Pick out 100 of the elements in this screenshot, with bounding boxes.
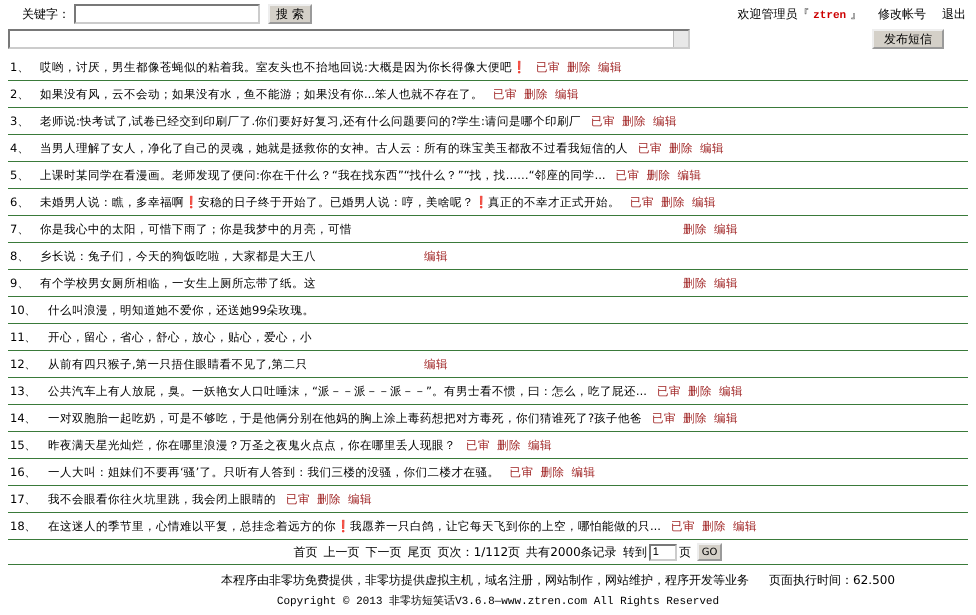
row-number: 2、 — [9, 86, 30, 102]
joke-text: 公共汽车上有人放屁，臭。一妖艳女人口吐唾沫，“派－－派－－派－－”。有男士看不惯，曰：怎么，吃了屁还... — [48, 384, 647, 398]
goto-label: 转到 — [622, 544, 647, 560]
row-number: 16、 — [9, 464, 38, 480]
execution-time: 页面执行时间：62.500 — [769, 572, 895, 588]
action-link[interactable]: 删除 — [688, 384, 712, 398]
joke-text: 我不会眼看你往火坑里跳，我会闭上眼睛的 — [48, 492, 276, 506]
action-link[interactable]: 已审 — [286, 492, 310, 506]
action-link[interactable]: 已审 — [616, 168, 640, 182]
joke-text: 什么叫浪漫，明知道她不爱你，还送她99朵玫瑰。 — [48, 302, 315, 318]
row-number: 3、 — [9, 114, 30, 128]
action-link[interactable]: 编辑 — [732, 518, 757, 534]
action-link[interactable]: 删除 — [566, 60, 591, 74]
action-link[interactable]: 已审 — [652, 410, 676, 426]
page-field[interactable]: 1 — [648, 544, 677, 560]
action-link[interactable]: 编辑 — [571, 464, 596, 480]
action-link[interactable]: 编辑 — [528, 438, 552, 452]
action-link[interactable]: 已审 — [509, 464, 534, 480]
action-link[interactable]: 已审 — [656, 384, 681, 398]
joke-text: 如果没有风，云不会动；如果没有水，鱼不能游；如果没有你...笨人也就不存在了。 — [40, 86, 483, 102]
row-number: 5、 — [9, 168, 30, 182]
action-link[interactable]: 编辑 — [714, 410, 738, 426]
joke-text: 开心，留心，省心，舒心，放心，贴心，爱心，小 — [48, 330, 312, 344]
welcome-text: 欢迎管理员『 ztren 』 — [737, 6, 862, 22]
action-link[interactable]: 删除 — [683, 410, 708, 426]
row-number: 8、 — [9, 248, 30, 264]
copyright-text: Copyright © 2013 非零坊短笑话V3.6.8—www.ztren.com All Rights Reserved — [276, 596, 720, 608]
pager-link[interactable]: 上一页 — [324, 544, 360, 560]
joke-text: 你是我心中的太阳，可惜下雨了；你是我梦中的月亮，可惜 — [40, 222, 352, 236]
joke-text: 有个学校男女厕所相临，一女生上厕所忘带了纸。这 — [40, 276, 316, 290]
service-text: 本程序由非零坊免费提供，非零坊提供虚拟主机，域名注册，网站制作，网站维护，程序开发等业务 — [221, 572, 749, 588]
action-link[interactable]: 编辑 — [424, 248, 448, 264]
action-link[interactable]: 删除 — [683, 276, 707, 290]
go-button[interactable]: GO — [696, 543, 722, 561]
account-link[interactable]: 修改帐号 — [878, 6, 926, 22]
action-link[interactable]: 编辑 — [692, 194, 716, 210]
action-link[interactable]: 已审 — [466, 438, 490, 452]
page-unit: 页 — [678, 544, 691, 560]
action-link[interactable]: 编辑 — [700, 140, 724, 156]
action-link[interactable]: 删除 — [669, 140, 693, 156]
row-number: 1、 — [9, 60, 30, 74]
row-number: 4、 — [9, 140, 30, 156]
joke-text: 一人大叫：姐妹们不要再‘骚’了。只听有人答到：我们三楼的没骚，你们二楼才在骚。 — [48, 464, 500, 480]
record-count: 共有2000条记录 — [526, 544, 617, 560]
row-number: 15、 — [9, 438, 38, 452]
action-link[interactable]: 编辑 — [554, 86, 579, 102]
pager-link[interactable]: 下一页 — [366, 544, 402, 560]
keyword-field[interactable] — [74, 4, 260, 24]
joke-text: 昨夜满天星光灿烂，你在哪里浪漫？万圣之夜鬼火点点，你在哪里丢人现眼？ — [48, 438, 456, 452]
action-link[interactable]: 编辑 — [598, 60, 622, 74]
joke-text: 当男人理解了女人，净化了自己的灵魂，她就是拯救你的女神。古人云：所有的珠宝美玉都敌不过看我短信的人 — [40, 140, 628, 156]
scrollbar — [673, 31, 688, 47]
action-link[interactable]: 编辑 — [678, 168, 702, 182]
action-link[interactable]: 删除 — [524, 86, 548, 102]
row-number: 17、 — [9, 492, 38, 506]
joke-text: 老师说:快考试了,试卷已经交到印刷厂了.你们要好好复习,还有什么问题要问的?学生:请问是哪个印刷厂 — [40, 114, 581, 128]
search-button[interactable]: 搜 索 — [268, 4, 312, 24]
action-link[interactable]: 编辑 — [348, 492, 372, 506]
publish-button[interactable]: 发布短信 — [872, 29, 944, 49]
action-link[interactable]: 删除 — [646, 168, 671, 182]
account-link[interactable]: 退出 — [942, 6, 966, 22]
joke-text: 从前有四只猴子,第一只捂住眼睛看不见了,第二只 — [48, 356, 308, 372]
action-link[interactable]: 删除 — [683, 222, 707, 236]
joke-text: 上课时某同学在看漫画。老师发现了便问:你在干什么？“我在找东西”“找什么？”“找，找……“邻座的同学... — [40, 168, 606, 182]
action-link[interactable]: 删除 — [497, 438, 521, 452]
action-link[interactable]: 已审 — [590, 114, 615, 128]
action-link[interactable]: 已审 — [536, 60, 560, 74]
message-field[interactable] — [8, 29, 690, 49]
joke-text: 在这迷人的季节里，心情难以平复，总挂念着远方的你❗我愿养一只白鸽，让它每天飞到你的上空，哪怕能做的只... — [48, 518, 661, 534]
action-link[interactable]: 编辑 — [714, 222, 738, 236]
row-number: 14、 — [9, 410, 38, 426]
page-info: 页次：1/112页 — [438, 544, 520, 560]
action-link[interactable]: 已审 — [492, 86, 517, 102]
action-link[interactable]: 编辑 — [714, 276, 738, 290]
action-link[interactable]: 已审 — [630, 194, 654, 210]
joke-text: 一对双胞胎一起吃奶，可是不够吃，于是他俩分别在他妈的胸上涂上毒药想把对方毒死，你们猜谁死了?孩子他爸 — [48, 410, 642, 426]
row-number: 18、 — [9, 518, 38, 534]
action-link[interactable]: 删除 — [540, 464, 564, 480]
joke-text: 乡长说：兔子们，今天的狗饭吃啦，大家都是大王八 — [40, 248, 316, 264]
action-link[interactable]: 删除 — [622, 114, 646, 128]
row-number: 10、 — [9, 302, 38, 318]
action-link[interactable]: 已审 — [638, 140, 662, 156]
keyword-label: 关键字： — [22, 6, 70, 22]
pager-link[interactable]: 尾页 — [408, 544, 432, 560]
pager-link[interactable]: 首页 — [294, 544, 318, 560]
action-link[interactable]: 删除 — [702, 518, 726, 534]
row-number: 7、 — [9, 222, 30, 236]
joke-text: 未婚男人说：瞧，多幸福啊❗安稳的日子终于开始了。已婚男人说：哼，美啥呢？❗真正的不幸才正式开始。 — [40, 194, 620, 210]
row-number: 11、 — [9, 330, 38, 344]
row-number: 13、 — [9, 384, 38, 398]
action-link[interactable]: 删除 — [661, 194, 685, 210]
action-link[interactable]: 已审 — [670, 518, 695, 534]
action-link[interactable]: 编辑 — [424, 356, 448, 372]
row-number: 6、 — [9, 194, 30, 210]
action-link[interactable]: 删除 — [317, 492, 341, 506]
action-link[interactable]: 编辑 — [718, 384, 743, 398]
action-link[interactable]: 编辑 — [652, 114, 677, 128]
row-number: 9、 — [9, 276, 30, 290]
row-number: 12、 — [9, 356, 38, 372]
joke-text: 哎哟，讨厌，男生都像苍蝇似的粘着我。室友头也不抬地回说:大概是因为你长得像大便吧❗ — [40, 60, 526, 74]
